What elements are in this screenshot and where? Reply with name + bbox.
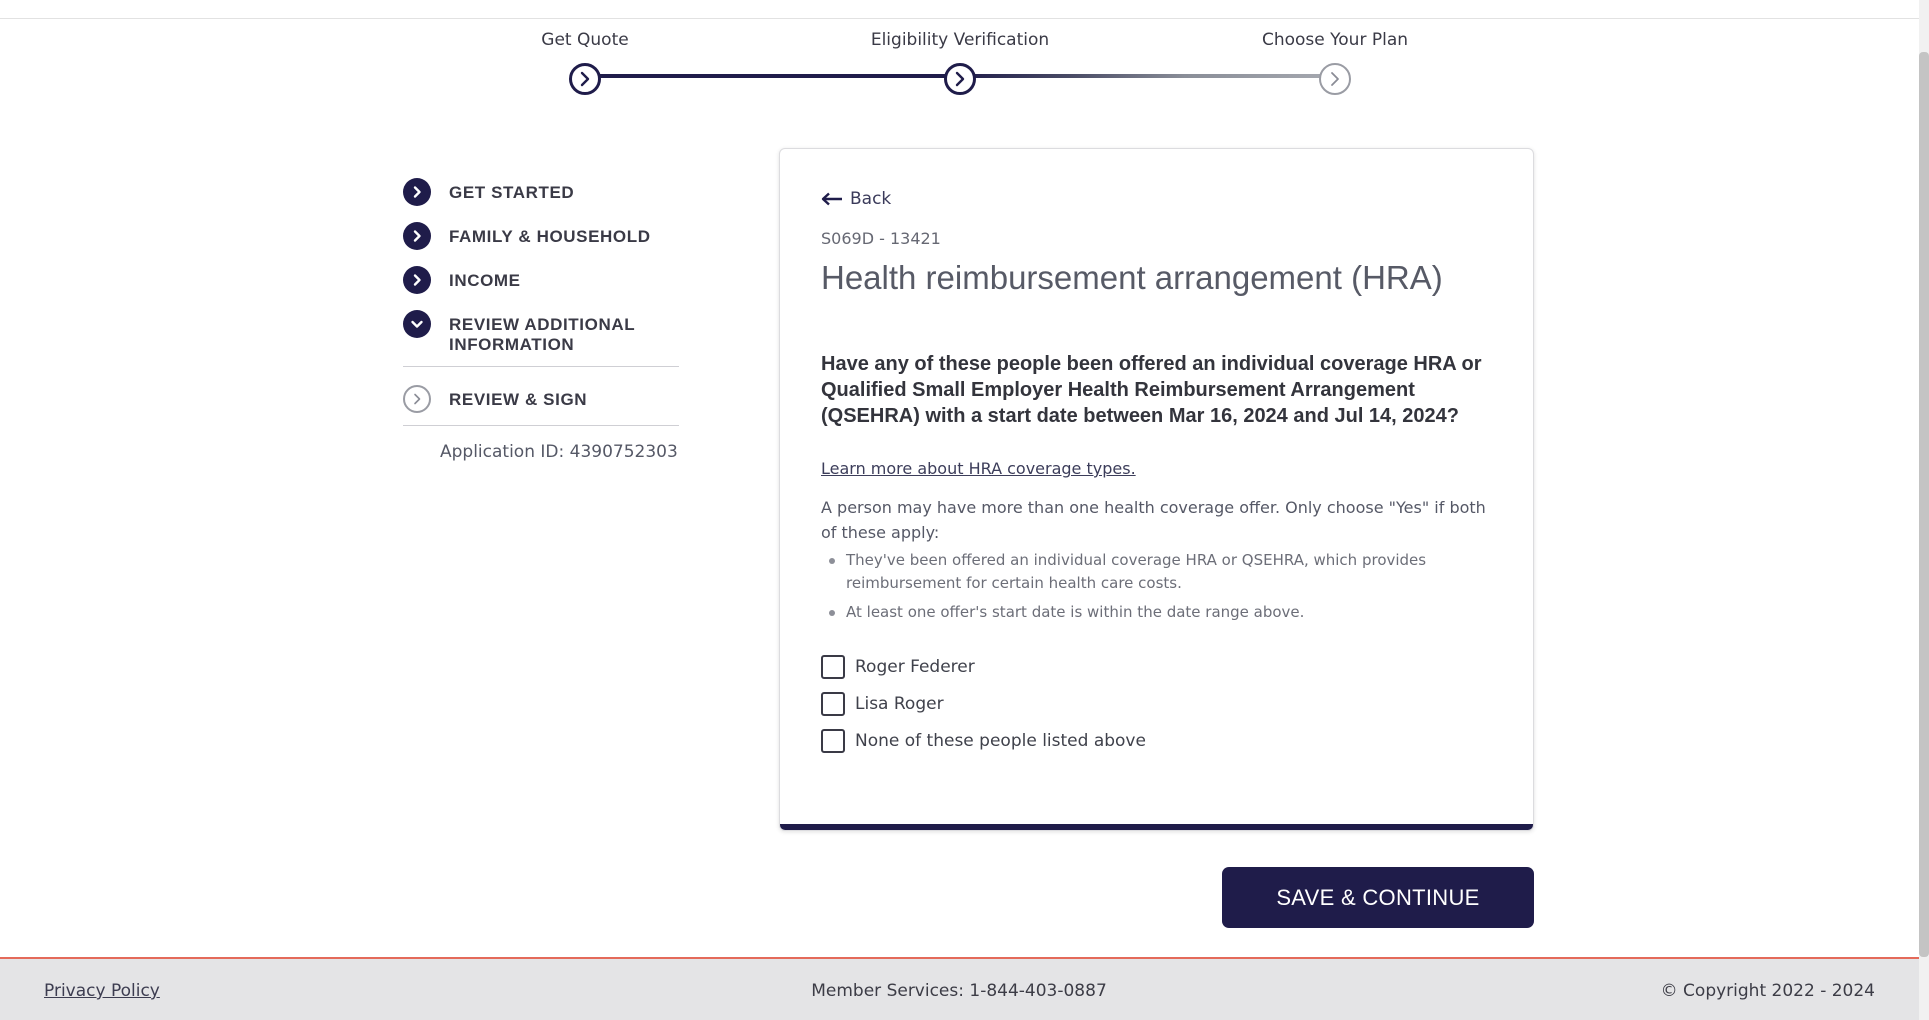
checkbox-label: Lisa Roger xyxy=(855,693,944,714)
sidebar-divider xyxy=(403,366,679,367)
sidebar-divider xyxy=(403,425,679,426)
sidebar-item-family-household[interactable]: FAMILY & HOUSEHOLD xyxy=(403,222,679,266)
back-label: Back xyxy=(850,189,892,209)
step-label-get-quote: Get Quote xyxy=(541,30,629,50)
checkbox-label: Roger Federer xyxy=(855,656,975,677)
sidebar-item-label: FAMILY & HOUSEHOLD xyxy=(449,227,651,246)
explanation-text: A person may have more than one health c… xyxy=(821,498,1486,542)
chevron-right-icon xyxy=(955,71,965,87)
list-item: They've been offered an individual cover… xyxy=(821,549,1491,595)
chevron-right-icon xyxy=(403,222,431,250)
sidebar-item-review-additional-info[interactable]: REVIEW ADDITIONAL INFORMATION xyxy=(403,310,679,366)
chevron-right-icon xyxy=(1331,72,1339,86)
scrollbar-thumb[interactable] xyxy=(1919,52,1929,957)
criteria-list: They've been offered an individual cover… xyxy=(821,549,1491,630)
checkbox[interactable] xyxy=(821,728,845,753)
save-continue-button[interactable]: SAVE & CONTINUE xyxy=(1222,867,1534,928)
step-label-eligibility: Eligibility Verification xyxy=(870,30,1050,50)
checkbox-option-roger-federer[interactable]: Roger Federer xyxy=(821,648,1146,685)
progress-stepper: Get Quote Eligibility Verification Choos… xyxy=(0,0,1919,100)
step-bar-completed xyxy=(585,74,960,78)
sidebar-item-label: INCOME xyxy=(449,271,521,290)
step-bar-remaining xyxy=(960,74,1335,78)
footer: Privacy Policy Member Services: 1-844-40… xyxy=(0,957,1919,1020)
chevron-right-icon xyxy=(403,178,431,206)
chevron-right-icon xyxy=(403,385,431,413)
sidebar-item-income[interactable]: INCOME xyxy=(403,266,679,310)
application-id: Application ID: 4390752303 xyxy=(440,442,678,462)
list-item: At least one offer's start date is withi… xyxy=(821,601,1491,624)
step-node-eligibility[interactable] xyxy=(944,63,976,95)
step-node-choose-plan xyxy=(1319,63,1351,95)
checkbox-option-lisa-roger[interactable]: Lisa Roger xyxy=(821,685,1146,722)
page-title: Health reimbursement arrangement (HRA) xyxy=(821,259,1443,296)
sidebar-item-review-sign: REVIEW & SIGN xyxy=(403,385,679,425)
sidebar-item-label: REVIEW ADDITIONAL INFORMATION xyxy=(449,315,635,354)
step-node-get-quote[interactable] xyxy=(569,63,601,95)
form-code: S069D - 13421 xyxy=(821,229,941,248)
card-bottom-accent xyxy=(780,824,1533,830)
learn-more-link[interactable]: Learn more about HRA coverage types. xyxy=(821,459,1136,478)
sidebar-item-label: GET STARTED xyxy=(449,183,575,202)
person-checkbox-group: Roger Federer Lisa Roger None of these p… xyxy=(821,648,1146,759)
checkbox[interactable] xyxy=(821,691,845,716)
step-label-choose-plan: Choose Your Plan xyxy=(1261,30,1409,50)
question-text: Have any of these people been offered an… xyxy=(821,353,1482,427)
privacy-policy-link[interactable]: Privacy Policy xyxy=(44,981,160,1001)
back-link[interactable]: Back xyxy=(821,189,891,209)
chevron-right-icon xyxy=(580,71,590,87)
member-services: Member Services: 1-844-403-0887 xyxy=(811,981,1107,1001)
copyright: © Copyright 2022 - 2024 xyxy=(1660,981,1875,1001)
checkbox-option-none[interactable]: None of these people listed above xyxy=(821,722,1146,759)
checkbox[interactable] xyxy=(821,654,845,679)
chevron-right-icon xyxy=(403,266,431,294)
chevron-down-icon xyxy=(403,310,431,338)
section-nav: GET STARTED FAMILY & HOUSEHOLD INCOME RE… xyxy=(403,178,679,462)
question-card: Back S069D - 13421 Health reimbursement … xyxy=(779,148,1534,831)
sidebar-item-label: REVIEW & SIGN xyxy=(449,390,588,409)
sidebar-item-get-started[interactable]: GET STARTED xyxy=(403,178,679,222)
checkbox-label: None of these people listed above xyxy=(855,730,1146,751)
arrow-left-icon xyxy=(821,192,842,206)
